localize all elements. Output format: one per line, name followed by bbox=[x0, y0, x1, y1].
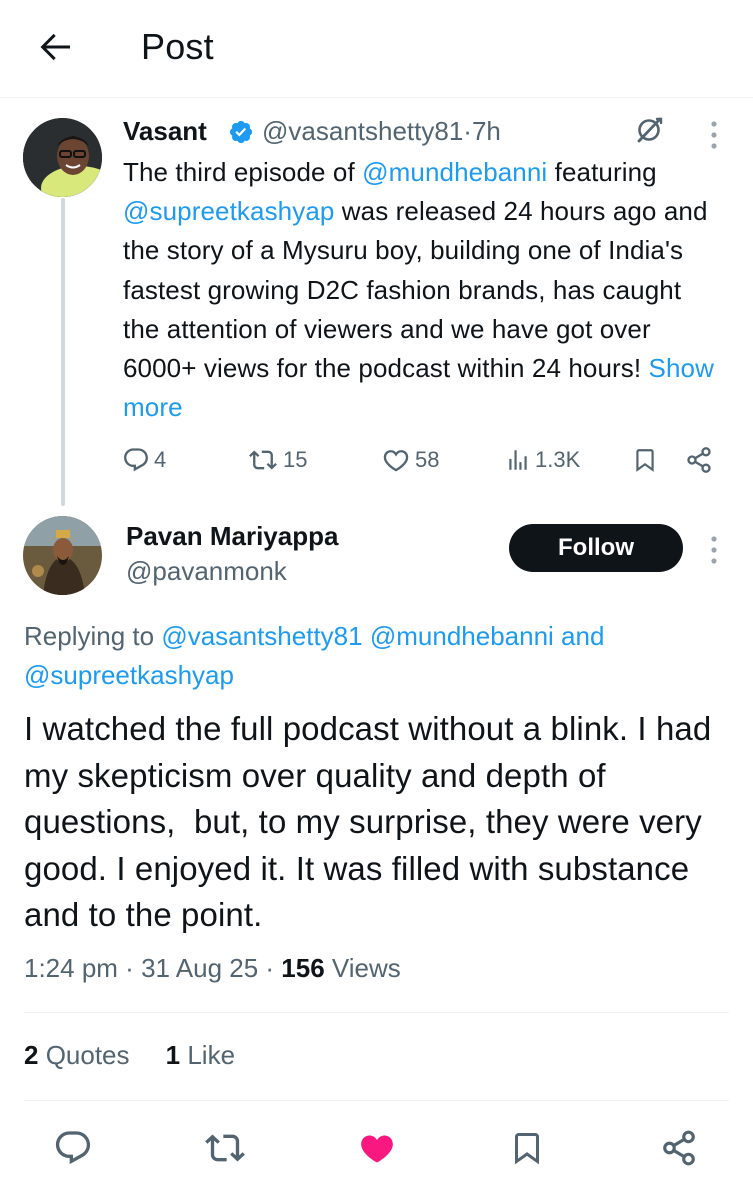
author-name[interactable]: Vasant bbox=[123, 116, 207, 147]
views-icon bbox=[509, 450, 527, 470]
more-icon[interactable] bbox=[710, 120, 718, 150]
likes-link[interactable]: 1 Like bbox=[166, 1040, 235, 1070]
post-date[interactable]: 31 Aug 25 bbox=[141, 953, 258, 983]
page-title: Post bbox=[141, 26, 214, 67]
share-button[interactable] bbox=[685, 440, 717, 480]
repost-icon bbox=[205, 1134, 245, 1162]
engagement-counts: 2 Quotes 1 Like bbox=[24, 1040, 235, 1071]
back-button[interactable] bbox=[30, 22, 80, 72]
reply-icon bbox=[124, 448, 148, 472]
post-time[interactable]: 1:24 pm bbox=[24, 953, 118, 983]
separator-dot: · bbox=[258, 953, 282, 983]
reply-stat[interactable]: 4 bbox=[122, 440, 166, 480]
share-button[interactable] bbox=[657, 1126, 701, 1170]
bookmark-icon bbox=[636, 449, 654, 472]
mention-vasantshetty81[interactable]: @vasantshetty81 bbox=[161, 621, 362, 651]
verified-badge-icon bbox=[229, 120, 253, 144]
share-icon bbox=[687, 447, 711, 473]
views-stat[interactable]: 1.3K bbox=[505, 440, 580, 480]
mention-mundhebanni[interactable]: @mundhebanni bbox=[362, 157, 547, 187]
likes-label: Like bbox=[180, 1040, 236, 1070]
divider bbox=[24, 1012, 729, 1013]
bookmark-button[interactable] bbox=[505, 1126, 549, 1170]
post-text: The third episode of @mundhebanni featur… bbox=[123, 153, 723, 427]
text-segment: featuring bbox=[547, 157, 657, 187]
views-label: Views bbox=[324, 953, 401, 983]
reply-text: I watched the full podcast without a bli… bbox=[24, 710, 721, 934]
mention-supreetkashyap[interactable]: @supreetkashyap bbox=[123, 196, 334, 226]
grok-icon[interactable] bbox=[633, 114, 665, 146]
post-metadata: 1:24 pm · 31 Aug 25 · 156 Views bbox=[24, 953, 401, 984]
bookmark-button[interactable] bbox=[632, 440, 662, 480]
replying-and[interactable]: and bbox=[554, 621, 604, 651]
repost-stat[interactable]: 15 bbox=[247, 440, 307, 480]
quotes-link[interactable]: 2 Quotes bbox=[24, 1040, 130, 1070]
mention-supreetkashyap[interactable]: @supreetkashyap bbox=[24, 660, 234, 690]
author-handle-time: @vasantshetty81·7h bbox=[262, 116, 501, 147]
views-count: 1.3K bbox=[535, 447, 581, 472]
like-stat[interactable]: 58 bbox=[381, 440, 439, 480]
separator-dot: · bbox=[463, 116, 472, 146]
avatar-pavan[interactable] bbox=[23, 516, 102, 595]
views-count: 156 bbox=[281, 953, 325, 983]
like-icon bbox=[361, 1135, 393, 1163]
separator-dot: · bbox=[117, 953, 142, 983]
share-icon bbox=[663, 1130, 695, 1166]
repost-icon bbox=[249, 450, 277, 470]
quotes-count: 2 bbox=[24, 1040, 39, 1070]
like-button[interactable] bbox=[355, 1126, 399, 1170]
thread-connector-line bbox=[61, 198, 65, 506]
top-bar: Post bbox=[0, 0, 753, 98]
replying-to-line: Replying to @vasantshetty81 @mundhebanni… bbox=[24, 617, 724, 695]
mention-mundhebanni[interactable]: @mundhebanni bbox=[370, 621, 554, 651]
back-arrow-icon bbox=[40, 33, 70, 61]
avatar-vasant[interactable] bbox=[23, 118, 102, 197]
repost-count: 15 bbox=[283, 447, 308, 472]
like-count: 58 bbox=[415, 447, 440, 472]
post-time[interactable]: 7h bbox=[472, 116, 501, 146]
follow-button[interactable]: Follow bbox=[509, 524, 683, 572]
author-handle[interactable]: @vasantshetty81 bbox=[262, 116, 463, 146]
reply-count: 4 bbox=[154, 447, 167, 472]
likes-count: 1 bbox=[165, 1040, 181, 1070]
author-handle[interactable]: @pavanmonk bbox=[126, 556, 287, 587]
like-icon bbox=[383, 450, 409, 472]
quotes-label: Quotes bbox=[38, 1040, 130, 1070]
replying-prefix: Replying to bbox=[24, 621, 162, 651]
reply-icon bbox=[55, 1131, 91, 1165]
repost-button[interactable] bbox=[203, 1126, 247, 1170]
text-segment: The third episode of bbox=[123, 157, 363, 187]
bookmark-icon bbox=[515, 1133, 539, 1165]
author-name[interactable]: Pavan Mariyappa bbox=[126, 521, 338, 552]
divider bbox=[24, 1100, 729, 1101]
more-icon[interactable] bbox=[710, 535, 718, 565]
reply-button[interactable] bbox=[51, 1126, 95, 1170]
